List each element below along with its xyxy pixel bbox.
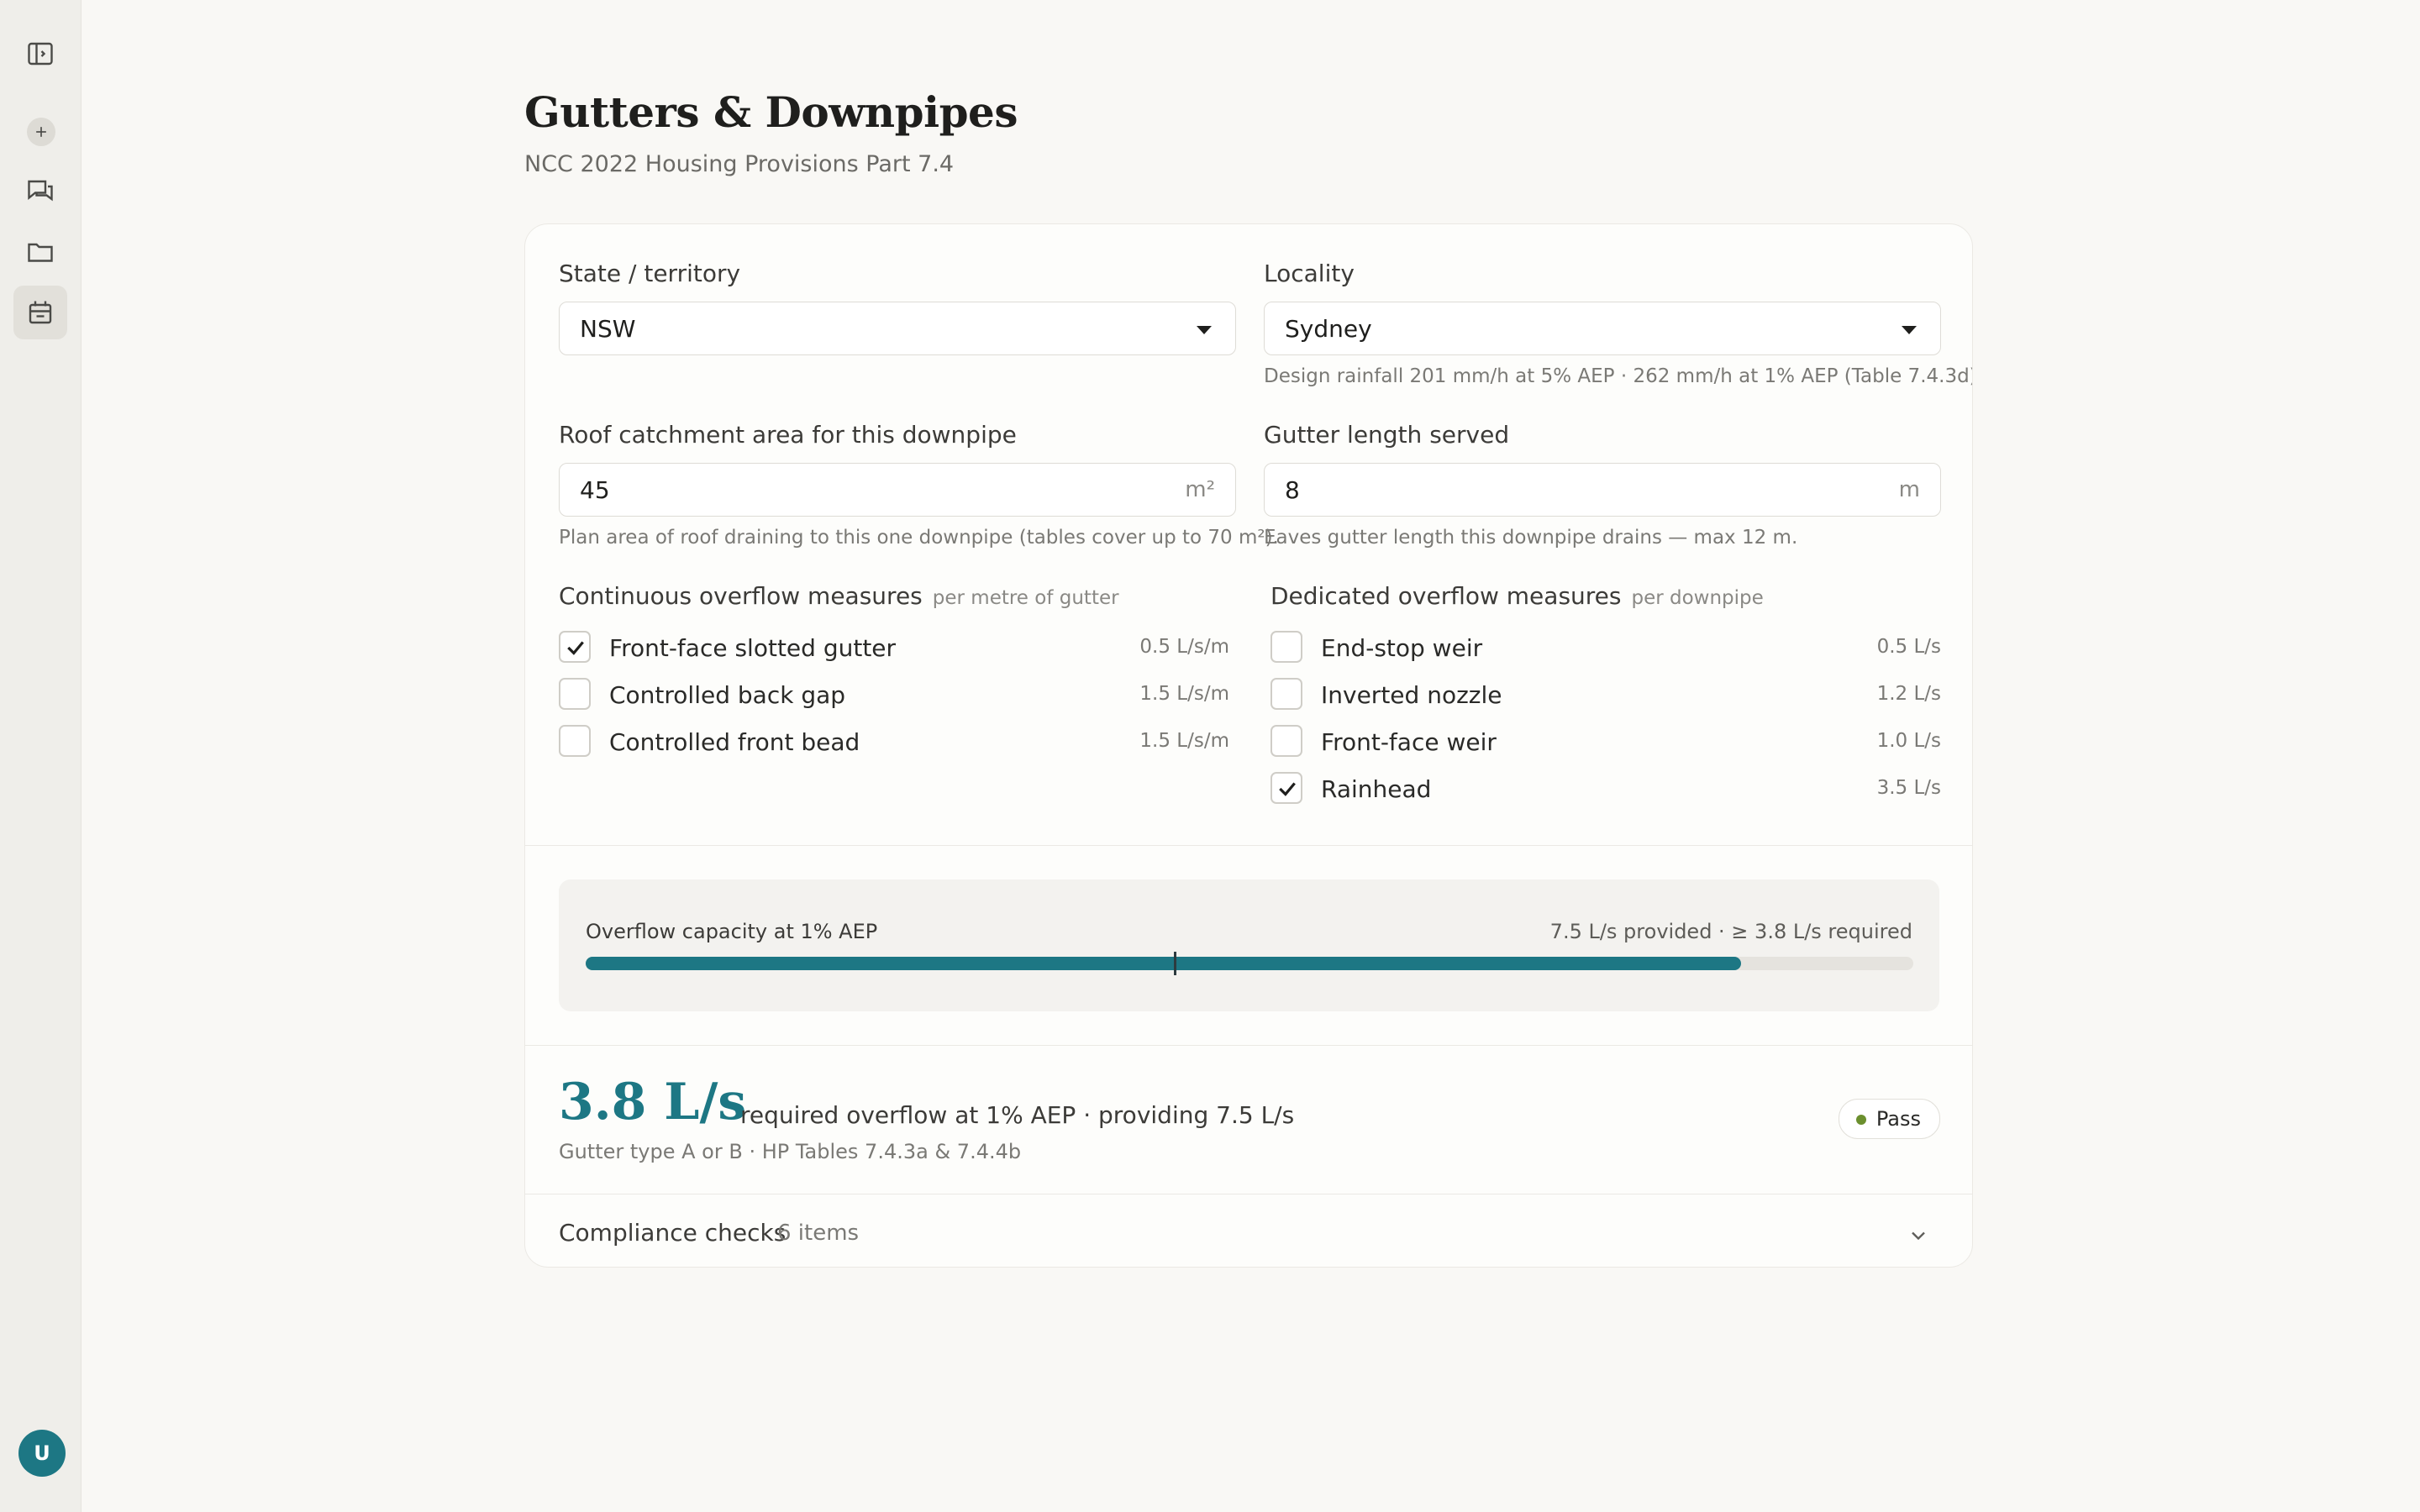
status-dot: [1855, 1115, 1866, 1125]
option-rate: 0.5 L/s: [1876, 636, 1941, 658]
status-badge: Pass: [1838, 1099, 1940, 1139]
continuous-overflow-sub: per metre of gutter: [932, 587, 1119, 609]
capacity-label: Overflow capacity at 1% AEP: [586, 920, 878, 943]
gutter-length-hint: Eaves gutter length this downpipe drains…: [1264, 527, 1798, 549]
option-rate: 1.2 L/s: [1876, 683, 1941, 705]
gutter-length-label: Gutter length served: [1264, 421, 1510, 449]
option-label: End-stop weir: [1321, 634, 1483, 662]
checkbox[interactable]: [1270, 678, 1302, 710]
page-title: Gutters & Downpipes: [524, 87, 1018, 137]
dedicated-overflow-title: Dedicated overflow measures per downpipe: [1270, 582, 1764, 610]
option-rate: 0.5 L/s/m: [1139, 636, 1229, 658]
check-icon: [1279, 782, 1296, 796]
dedicated-option[interactable]: Inverted nozzle 1.2 L/s: [1270, 676, 1941, 713]
dedicated-option[interactable]: Rainhead 3.5 L/s: [1270, 770, 1941, 807]
dedicated-option[interactable]: Front-face weir 1.0 L/s: [1270, 723, 1941, 760]
catchment-hint: Plan area of roof draining to this one d…: [559, 527, 1279, 549]
continuous-option[interactable]: Controlled front bead 1.5 L/s/m: [559, 723, 1229, 760]
checkbox[interactable]: [1270, 725, 1302, 757]
calculator-card: State / territory NSW Locality Sydney De…: [524, 223, 1973, 1268]
gutter-length-input[interactable]: 8 m: [1264, 463, 1941, 517]
divider: [525, 845, 1972, 846]
chats-button[interactable]: [13, 165, 67, 218]
folder-icon: [28, 243, 53, 262]
option-rate: 3.5 L/s: [1876, 777, 1941, 799]
checkbox[interactable]: [1270, 631, 1302, 663]
option-label: Inverted nozzle: [1321, 681, 1502, 709]
sidebar-toggle-button[interactable]: [13, 27, 67, 81]
locality-value: Sydney: [1285, 315, 1372, 343]
dedicated-option[interactable]: End-stop weir 0.5 L/s: [1270, 629, 1941, 666]
compliance-checks-toggle[interactable]: Compliance checks: [559, 1219, 786, 1247]
new-button[interactable]: [27, 118, 55, 146]
tools-button[interactable]: [13, 286, 67, 339]
option-label: Front-face weir: [1321, 728, 1497, 756]
checkbox[interactable]: [559, 631, 591, 663]
checkbox[interactable]: [1270, 772, 1302, 804]
chevron-down-icon: [1197, 326, 1212, 334]
checkbox[interactable]: [559, 678, 591, 710]
locality-select[interactable]: Sydney: [1264, 302, 1941, 355]
state-value: NSW: [580, 315, 636, 343]
gutter-length-value: 8: [1285, 476, 1300, 504]
continuous-overflow-title: Continuous overflow measures per metre of…: [559, 582, 1119, 610]
continuous-option[interactable]: Controlled back gap 1.5 L/s/m: [559, 676, 1229, 713]
locality-hint: Design rainfall 201 mm/h at 5% AEP · 262…: [1264, 365, 1973, 387]
option-label: Controlled back gap: [609, 681, 846, 709]
option-label: Front-face slotted gutter: [609, 634, 897, 662]
state-select[interactable]: NSW: [559, 302, 1236, 355]
check-icon: [567, 641, 584, 655]
state-label: State / territory: [559, 260, 741, 287]
compliance-checks-count: 6 items: [777, 1221, 860, 1246]
catchment-unit: m²: [1185, 477, 1215, 502]
result-value: 3.8 L/s: [559, 1073, 747, 1131]
locality-label: Locality: [1264, 260, 1355, 287]
result-sub: Gutter type A or B · HP Tables 7.4.3a & …: [559, 1140, 1022, 1163]
capacity-summary: 7.5 L/s provided · ≥ 3.8 L/s required: [1549, 920, 1912, 943]
sidebar-toggle-icon: [28, 42, 53, 66]
option-label: Rainhead: [1321, 775, 1432, 803]
status-label: Pass: [1876, 1107, 1921, 1131]
capacity-panel: Overflow capacity at 1% AEP 7.5 L/s prov…: [559, 879, 1939, 1011]
capacity-bar-track: [586, 952, 1913, 975]
page-subtitle: NCC 2022 Housing Provisions Part 7.4: [524, 151, 955, 177]
option-label: Controlled front bead: [609, 728, 860, 756]
continuous-option[interactable]: Front-face slotted gutter 0.5 L/s/m: [559, 629, 1229, 666]
divider: [525, 1045, 1972, 1046]
catchment-label: Roof catchment area for this downpipe: [559, 421, 1017, 449]
avatar[interactable]: U: [18, 1430, 66, 1477]
required-marker: [1174, 952, 1176, 975]
plus-icon: [36, 127, 46, 137]
continuous-overflow-label: Continuous overflow measures: [559, 582, 923, 610]
result-text: required overflow at 1% AEP · providing …: [740, 1101, 1295, 1129]
sidebar: U: [0, 0, 82, 1512]
option-rate: 1.5 L/s/m: [1139, 730, 1229, 752]
capacity-bar-fill: [586, 957, 1741, 970]
option-rate: 1.0 L/s: [1876, 730, 1941, 752]
checkbox[interactable]: [559, 725, 591, 757]
catchment-input[interactable]: 45 m²: [559, 463, 1236, 517]
dedicated-overflow-sub: per downpipe: [1631, 587, 1764, 609]
calculator-icon: [29, 301, 52, 324]
catchment-value: 45: [580, 476, 610, 504]
gutter-length-unit: m: [1898, 477, 1920, 502]
chevron-down-icon[interactable]: [1907, 1224, 1930, 1247]
option-rate: 1.5 L/s/m: [1139, 683, 1229, 705]
projects-button[interactable]: [13, 225, 67, 279]
dedicated-overflow-label: Dedicated overflow measures: [1270, 582, 1622, 610]
chevron-down-icon: [1902, 326, 1917, 334]
chat-icon: [28, 180, 53, 202]
